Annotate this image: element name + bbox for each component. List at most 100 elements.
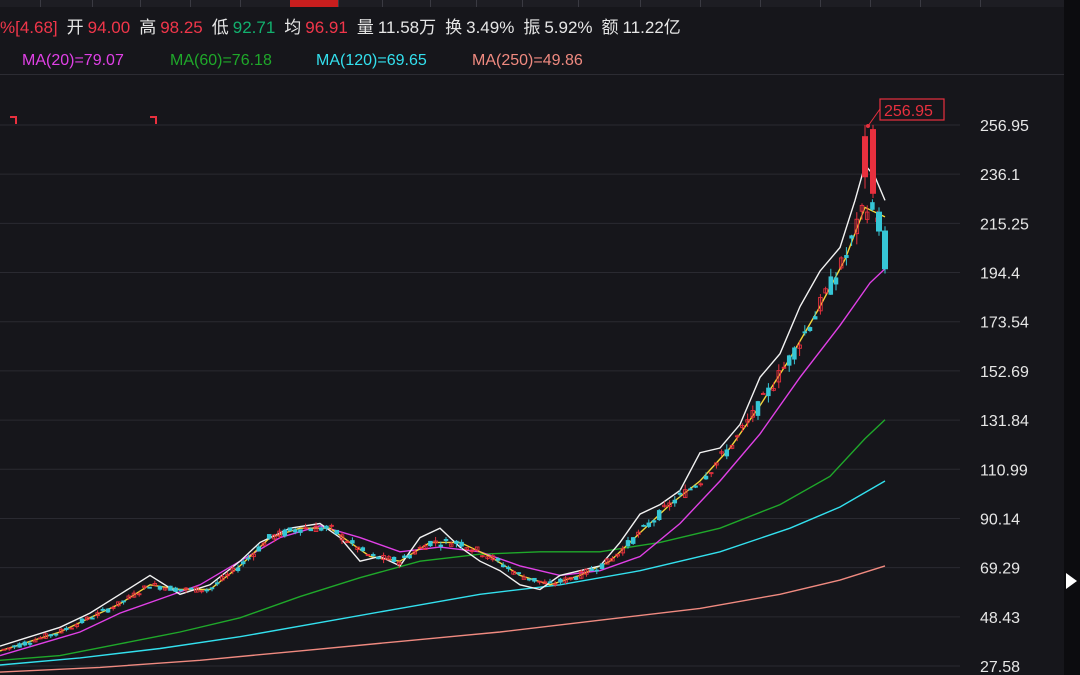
y-tick-label: 27.58 — [980, 659, 1020, 675]
candle-body — [641, 524, 646, 527]
candle-body — [844, 255, 849, 258]
candle-body — [812, 316, 818, 320]
max-marker-label: 256.95 — [884, 103, 933, 120]
period-tab[interactable] — [522, 0, 579, 7]
candle-body — [22, 641, 28, 646]
candle-body — [12, 645, 17, 648]
ma-line-ma60 — [0, 419, 886, 661]
candle-body — [105, 608, 111, 613]
period-tab-strip[interactable] — [0, 0, 1064, 7]
period-tab[interactable] — [92, 0, 141, 7]
period-tab[interactable] — [760, 0, 821, 7]
period-tab[interactable] — [40, 0, 93, 7]
period-tab[interactable] — [0, 0, 41, 7]
candle-body — [703, 475, 709, 480]
candle-body — [428, 540, 433, 547]
candle-body — [334, 529, 340, 535]
quote-value: 98.25 — [160, 18, 203, 37]
ma-legend: MA(20)=79.07 MA(60)=76.18 MA(120)=69.65 MA(… — [0, 48, 1064, 74]
candle-body — [547, 581, 553, 584]
candle-body — [516, 572, 522, 575]
expand-arrow-icon[interactable] — [1066, 573, 1077, 589]
candle-body — [573, 577, 579, 580]
candle-body — [147, 586, 152, 589]
candle-body — [454, 540, 459, 544]
candle-body — [506, 566, 511, 570]
quote-value: %[4.68] — [0, 18, 58, 37]
y-tick-label: 152.69 — [980, 364, 1029, 381]
ma-legend-item: MA(120)=69.65 — [316, 52, 427, 69]
y-tick-label: 256.95 — [980, 118, 1029, 135]
y-tick-label: 48.43 — [980, 610, 1020, 627]
period-tab[interactable] — [430, 0, 477, 7]
candle-body — [308, 528, 314, 532]
candle-body — [100, 608, 106, 611]
period-tab[interactable] — [240, 0, 291, 7]
y-tick-label: 110.99 — [980, 462, 1028, 479]
period-tab[interactable] — [700, 0, 761, 7]
candle-body — [651, 520, 657, 523]
candle-body — [27, 642, 33, 645]
candle-body — [792, 347, 797, 360]
candle-body — [17, 643, 22, 648]
period-tab[interactable] — [578, 0, 641, 7]
quote-label: 量 — [356, 18, 374, 37]
period-tab[interactable] — [870, 0, 921, 7]
candle-body — [173, 587, 178, 592]
candle-body — [292, 529, 298, 533]
ma-line-ma250 — [0, 565, 886, 673]
period-tab[interactable] — [640, 0, 701, 7]
y-tick-label: 215.25 — [980, 216, 1029, 233]
period-tab[interactable] — [382, 0, 431, 7]
candle-body — [376, 556, 381, 560]
quote-value: 3.49% — [466, 18, 515, 37]
candle-body — [90, 617, 95, 620]
max-marker-line — [867, 108, 881, 127]
candle-body — [807, 327, 813, 331]
period-tab[interactable] — [140, 0, 191, 7]
ma-line-ma10 — [0, 206, 886, 652]
period-tab[interactable] — [820, 0, 871, 7]
candle-body — [188, 587, 194, 590]
period-tab[interactable] — [190, 0, 241, 7]
quote-item: 低 92.71 — [212, 18, 276, 37]
candle-body — [526, 578, 532, 581]
candle-body — [178, 589, 184, 592]
candle-body — [766, 387, 771, 397]
bracket-mark — [10, 116, 17, 124]
period-tab[interactable] — [338, 0, 383, 7]
candle-body — [235, 567, 241, 572]
candle-body — [786, 355, 792, 366]
quote-value: 94.00 — [87, 18, 131, 37]
candle-body — [204, 589, 210, 592]
candle-body — [495, 558, 501, 561]
candle-body — [876, 211, 882, 232]
quote-item: 均 96.91 — [284, 18, 348, 37]
candle-body — [318, 527, 324, 531]
candle-body — [802, 331, 808, 334]
candle-body — [646, 522, 652, 527]
bracket-mark — [150, 116, 157, 124]
candle-body — [48, 634, 54, 637]
candle-body — [407, 555, 412, 559]
y-tick-label: 69.29 — [980, 561, 1020, 578]
candle-body — [282, 529, 288, 537]
ma-legend-item: MA(250)=49.86 — [472, 52, 583, 69]
candle-body — [287, 527, 293, 532]
candlestick-chart[interactable]: 256.95 236.1 215.25 194.4 173.54 152.69 131.84… — [0, 75, 1064, 675]
quote-value: 96.91 — [305, 18, 348, 37]
y-tick-label: 131.84 — [980, 413, 1029, 430]
candle-body — [558, 578, 563, 583]
candle-body — [532, 577, 537, 582]
candle-body — [594, 569, 600, 572]
period-tab[interactable] — [476, 0, 523, 7]
period-tab[interactable] — [920, 0, 981, 7]
candle-body — [53, 633, 59, 636]
candle-body — [121, 600, 126, 603]
max-marker-dot — [866, 124, 870, 128]
candle-body — [459, 541, 464, 547]
quote-label: 高 — [139, 18, 157, 37]
candle-body — [625, 540, 631, 547]
candle-body — [360, 547, 366, 552]
period-tab[interactable] — [290, 0, 339, 7]
